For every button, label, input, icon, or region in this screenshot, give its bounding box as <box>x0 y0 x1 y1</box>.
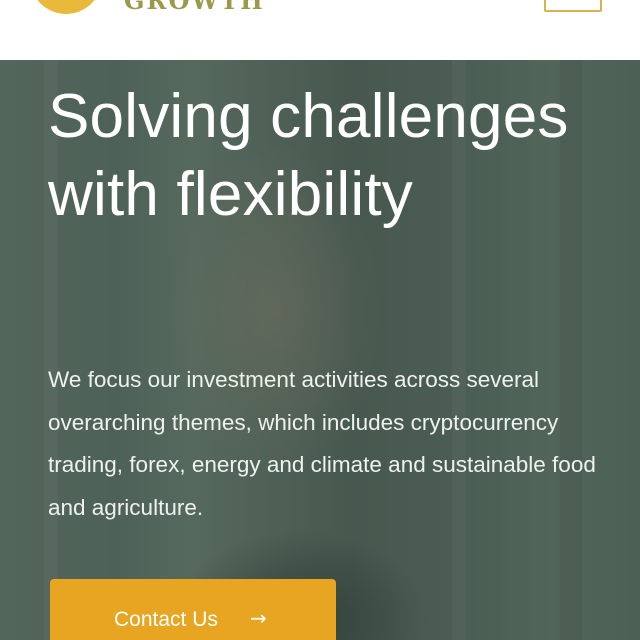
hero-section: Solving challenges with flexibility We f… <box>0 60 640 640</box>
site-header: GROWTH <box>0 0 640 60</box>
page: GROWTH Solving challenges with flexibili… <box>0 0 640 640</box>
logo-coin-icon[interactable] <box>30 0 102 14</box>
contact-us-label: Contact Us <box>114 608 218 631</box>
arrow-right-icon: → <box>250 606 267 630</box>
contact-us-button[interactable]: Contact Us → <box>50 579 336 640</box>
hero-title: Solving challenges with flexibility <box>48 82 569 229</box>
menu-toggle-button[interactable] <box>544 0 602 12</box>
brand-logo-text[interactable]: GROWTH <box>124 0 265 15</box>
hero-description: We focus our investment activities acros… <box>48 367 596 520</box>
